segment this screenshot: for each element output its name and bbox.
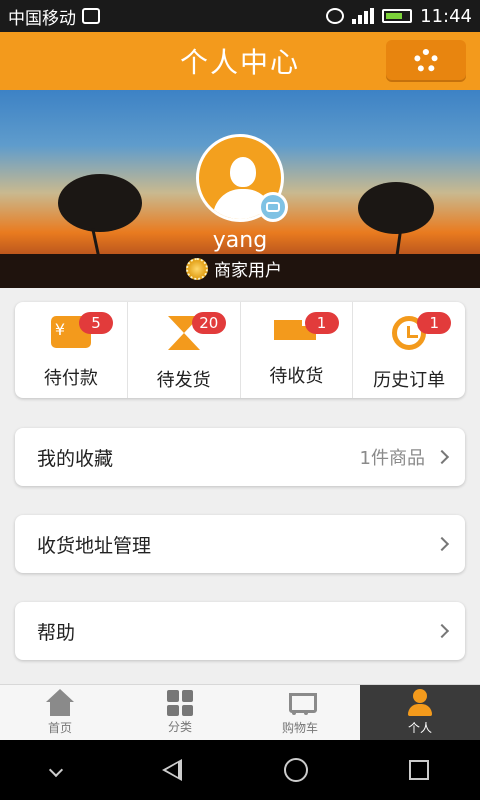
address-label: 收货地址管理 [37,534,152,557]
medal-icon [186,257,208,280]
home-icon [45,689,75,717]
order-pending-shipment[interactable]: 20 待发货 [128,302,241,398]
avatar-head [230,157,256,187]
help-label: 帮助 [37,621,76,644]
banner-plant-right [358,182,434,234]
help-row[interactable]: 帮助 [15,602,465,660]
order-pending-payment[interactable]: 5 待付款 [15,302,128,398]
banner-plant-left [58,174,142,232]
order-pending-receipt[interactable]: 1 待收货 [241,302,354,398]
username: yang [212,228,268,253]
camera-icon[interactable] [258,192,288,222]
battery-icon [382,9,413,23]
badge-count: 1 [417,312,452,334]
tab-label: 分类 [167,720,192,734]
tab-cart[interactable]: 购物车 [240,685,360,740]
back-icon[interactable] [162,759,183,781]
status-time: 11:44 [420,5,472,27]
carrier-label: 中国移动 [8,8,76,29]
order-status-card: 5 待付款 20 待发货 1 待收货 1 历史订单 [15,302,465,398]
favorites-row[interactable]: 我的收藏 1件商品 [15,428,465,486]
favorites-label: 我的收藏 [37,447,114,470]
system-nav-bar [0,740,480,800]
badge-count: 20 [191,312,226,334]
cart-icon [285,689,317,717]
badge-count: 5 [79,312,113,334]
gear-icon [414,49,438,73]
tab-label: 首页 [47,721,72,735]
order-label: 待发货 [156,370,211,391]
page-title: 个人中心 [179,46,300,79]
chevron-right-icon [434,536,450,552]
order-history[interactable]: 1 历史订单 [353,302,465,398]
grid-icon [167,690,193,716]
tab-home[interactable]: 首页 [0,685,120,740]
order-label: 历史订单 [373,370,446,391]
app-header: 个人中心 [0,32,480,90]
signal-icon [352,8,375,24]
bottom-tab-bar: 首页 分类 购物车 个人 [0,684,480,740]
order-label: 待收货 [269,366,324,387]
status-bar: 中国移动 11:44 [0,0,480,32]
home-circle-icon[interactable] [283,758,308,782]
tab-category[interactable]: 分类 [120,685,240,740]
tab-profile[interactable]: 个人 [360,685,480,740]
user-type-label: 商家用户 [214,261,282,281]
favorites-count: 1件商品 [359,448,425,469]
recent-apps-icon[interactable] [409,760,430,780]
person-icon [405,689,435,717]
chevron-right-icon [434,449,450,465]
order-label: 待付款 [43,368,98,389]
chevron-right-icon [434,623,450,639]
user-type: 商家用户 [186,256,282,281]
settings-button[interactable] [386,40,466,82]
image-notification-icon [82,8,100,24]
alarm-icon [326,8,345,24]
profile-banner: yang 商家用户 [0,90,480,288]
camera-lens [266,202,280,212]
tab-label: 个人 [407,721,432,735]
badge-count: 1 [304,312,339,334]
chevron-down-icon[interactable] [48,762,63,778]
address-management-row[interactable]: 收货地址管理 [15,515,465,573]
tab-label: 购物车 [281,721,318,735]
